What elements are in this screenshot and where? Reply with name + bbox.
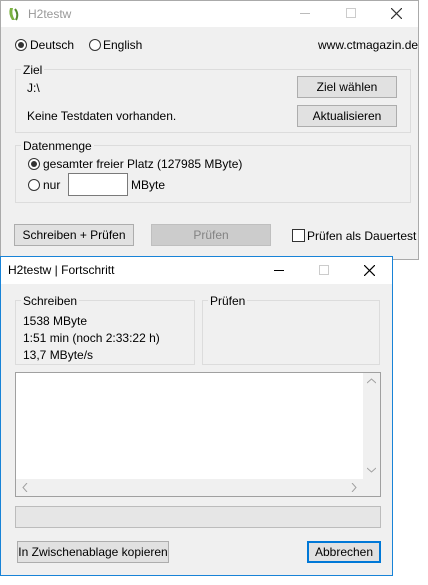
progress-titlebar[interactable]: H2testw | Fortschritt bbox=[1, 257, 392, 284]
scroll-left-icon[interactable] bbox=[22, 483, 28, 492]
write-legend: Schreiben bbox=[21, 294, 80, 308]
megabyte-input[interactable] bbox=[68, 173, 128, 196]
verify-button[interactable]: Prüfen bbox=[151, 224, 271, 246]
minimize-icon bbox=[274, 270, 284, 271]
refresh-button[interactable]: Aktualisieren bbox=[297, 105, 397, 127]
write-amount: 1538 MByte bbox=[23, 314, 88, 328]
scroll-up-icon[interactable] bbox=[367, 378, 376, 384]
label-english[interactable]: English bbox=[103, 38, 142, 52]
radio-only[interactable] bbox=[28, 179, 40, 191]
continuous-test-checkbox[interactable] bbox=[292, 229, 305, 242]
copy-to-clipboard-button[interactable]: In Zwischenablage kopieren bbox=[17, 541, 169, 563]
target-status: Keine Testdaten vorhanden. bbox=[27, 109, 177, 123]
maximize-button[interactable] bbox=[328, 1, 374, 27]
verify-legend: Prüfen bbox=[208, 294, 248, 308]
choose-target-button[interactable]: Ziel wählen bbox=[297, 76, 397, 98]
progress-close-button[interactable] bbox=[347, 257, 393, 283]
target-path: J:\ bbox=[27, 81, 40, 95]
megabyte-unit: MByte bbox=[131, 178, 166, 192]
write-verify-button[interactable]: Schreiben + Prüfen bbox=[14, 224, 134, 246]
scrollbar-corner bbox=[363, 479, 380, 496]
horizontal-scrollbar[interactable] bbox=[16, 479, 363, 496]
datenmenge-legend: Datenmenge bbox=[21, 139, 94, 153]
minimize-icon bbox=[300, 13, 310, 14]
ziel-legend: Ziel bbox=[21, 63, 45, 77]
radio-english[interactable] bbox=[89, 39, 101, 51]
maximize-icon bbox=[346, 8, 356, 18]
label-deutsch[interactable]: Deutsch bbox=[30, 38, 74, 52]
verify-group bbox=[202, 300, 380, 365]
progress-maximize-button[interactable] bbox=[301, 257, 347, 283]
close-icon bbox=[364, 265, 375, 276]
progress-window-title: H2testw | Fortschritt bbox=[8, 263, 115, 277]
continuous-test-label[interactable]: Prüfen als Dauertest bbox=[307, 229, 416, 243]
radio-all-free-space[interactable] bbox=[28, 158, 40, 170]
app-logo-icon bbox=[9, 8, 19, 21]
main-titlebar[interactable]: H2testw bbox=[1, 1, 418, 27]
scroll-down-icon[interactable] bbox=[367, 467, 376, 473]
log-textarea[interactable] bbox=[15, 372, 381, 497]
progress-minimize-button[interactable] bbox=[256, 257, 302, 283]
website-label: www.ctmagazin.de bbox=[318, 38, 419, 52]
label-only[interactable]: nur bbox=[43, 178, 60, 192]
maximize-icon bbox=[319, 265, 329, 275]
scroll-right-icon[interactable] bbox=[351, 483, 357, 492]
main-window-title: H2testw bbox=[28, 7, 72, 21]
radio-deutsch[interactable] bbox=[15, 39, 27, 51]
vertical-scrollbar[interactable] bbox=[363, 373, 380, 479]
write-speed: 13,7 MByte/s bbox=[23, 348, 94, 362]
cancel-button[interactable]: Abbrechen bbox=[307, 541, 381, 563]
progress-bar bbox=[15, 506, 381, 528]
minimize-button[interactable] bbox=[282, 1, 328, 27]
progress-window: H2testw | Fortschritt Schreiben 1538 MBy… bbox=[0, 256, 393, 576]
write-time: 1:51 min (noch 2:33:22 h) bbox=[23, 331, 160, 345]
label-all-free-space[interactable]: gesamter freier Platz (127985 MByte) bbox=[43, 157, 242, 171]
close-button[interactable] bbox=[373, 1, 419, 27]
main-window: H2testw Deutsch English www.ctmagazin.de… bbox=[0, 0, 419, 260]
close-icon bbox=[391, 8, 402, 19]
